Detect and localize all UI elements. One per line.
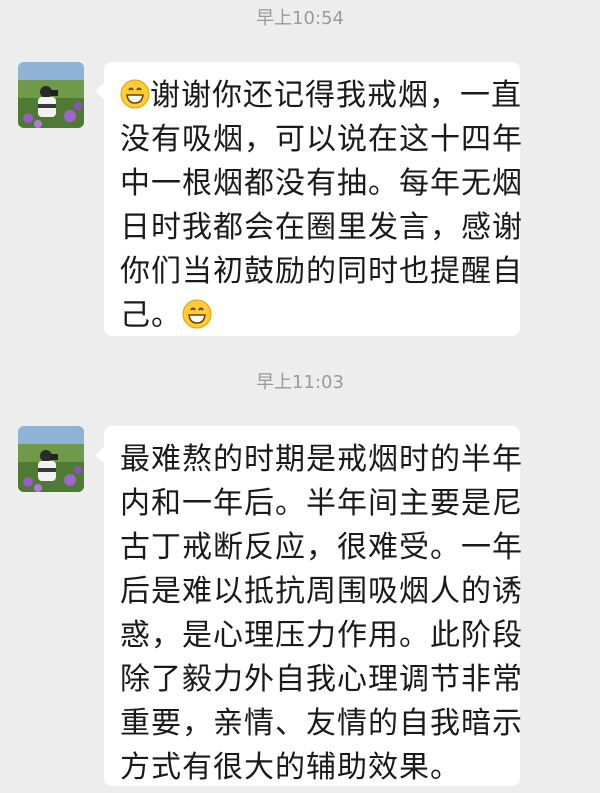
message-line: 除了毅力外自我心理调节非常: [120, 662, 523, 697]
grinning-face-icon: [120, 79, 150, 109]
message-line: 日时我都会在圈里发言，感谢: [120, 210, 523, 245]
message-line: 后是难以抵抗周围吸烟人的诱: [120, 574, 523, 609]
message-line: 中一根烟都没有抽。每年无烟: [120, 166, 523, 201]
message-line: 最难熬的时期是戒烟时的半年: [120, 442, 523, 477]
avatar-photo-icon: [18, 62, 84, 128]
grinning-face-icon: [182, 299, 212, 329]
avatar-photo-icon: [18, 426, 84, 492]
timestamp: 早上10:54: [256, 8, 344, 29]
avatar[interactable]: [18, 426, 84, 492]
message-line: 没有吸烟，可以说在这十四年: [120, 122, 523, 157]
timestamp: 早上11:03: [256, 372, 344, 393]
message-line: 方式有很大的辅助效果。: [120, 750, 461, 785]
message-bubble[interactable]: 谢谢你还记得我戒烟，一直 没有吸烟，可以说在这十四年 中一根烟都没有抽。每年无烟…: [95, 62, 523, 338]
avatar[interactable]: [18, 62, 84, 128]
message-line: 古丁戒断反应，很难受。一年: [120, 530, 523, 565]
message-line: 谢谢你还记得我戒烟，一直: [120, 74, 521, 118]
message-text: 己。: [120, 298, 182, 333]
message-line: 惑，是心理压力作用。此阶段: [120, 618, 523, 653]
message-line: 重要，亲情、友情的自我暗示: [120, 706, 523, 741]
message-line: 己。: [120, 294, 506, 338]
message-bubble[interactable]: 最难熬的时期是戒烟时的半年 内和一年后。半年间主要是尼 古丁戒断反应，很难受。一…: [95, 426, 523, 786]
message-line: 内和一年后。半年间主要是尼: [120, 486, 523, 521]
message-text: 谢谢你还记得我戒烟，一直: [150, 78, 522, 113]
message-line: 你们当初鼓励的同时也提醒自: [120, 254, 523, 289]
